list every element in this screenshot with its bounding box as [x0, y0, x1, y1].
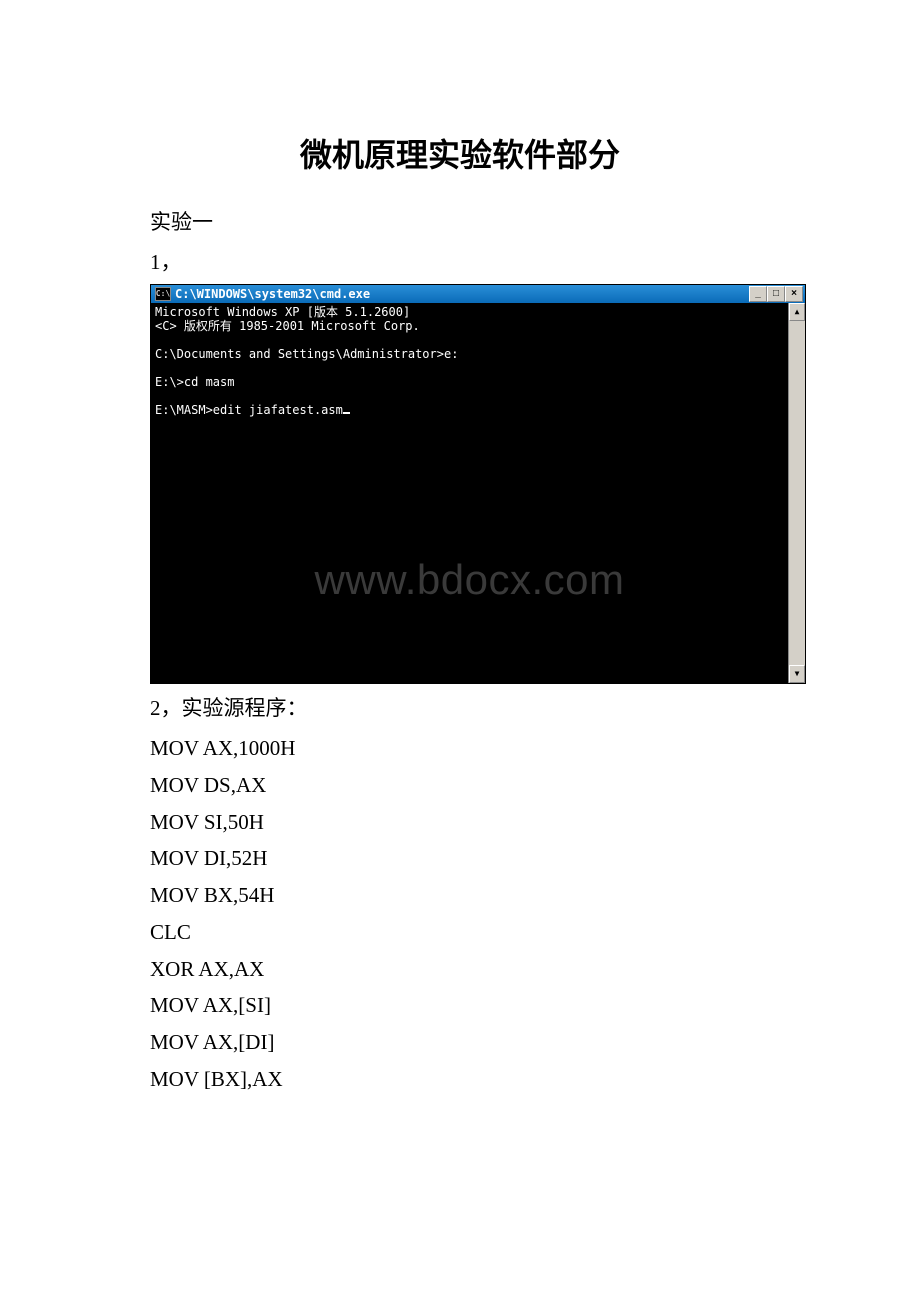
scroll-track[interactable] — [789, 321, 805, 665]
document-title: 微机原理实验软件部分 — [150, 130, 770, 176]
document-page: 微机原理实验软件部分 实验一 1， C:\ C:\WINDOWS\system3… — [0, 0, 920, 1158]
window-controls: _ □ × — [749, 286, 803, 302]
cmd-titlebar: C:\ C:\WINDOWS\system32\cmd.exe _ □ × — [151, 285, 805, 303]
code-line: MOV SI,50H — [150, 804, 770, 841]
maximize-button[interactable]: □ — [767, 286, 785, 302]
code-line: MOV AX,[SI] — [150, 987, 770, 1024]
code-line: MOV AX,1000H — [150, 730, 770, 767]
scroll-down-button[interactable]: ▼ — [789, 665, 805, 683]
item-2-label: 2，实验源程序： — [150, 692, 770, 722]
cmd-body-wrap: Microsoft Windows XP [版本 5.1.2600] <C> 版… — [151, 303, 805, 683]
code-line: MOV AX,[DI] — [150, 1024, 770, 1061]
code-line: XOR AX,AX — [150, 951, 770, 988]
cmd-line: E:\>cd masm — [155, 375, 234, 389]
code-line: CLC — [150, 914, 770, 951]
cmd-scrollbar[interactable]: ▲ ▼ — [788, 303, 805, 683]
cmd-line: Microsoft Windows XP [版本 5.1.2600] — [155, 305, 410, 319]
code-line: MOV [BX],AX — [150, 1061, 770, 1098]
close-button[interactable]: × — [785, 286, 803, 302]
scroll-up-button[interactable]: ▲ — [789, 303, 805, 321]
watermark-text: www.bdocx.com — [151, 573, 788, 587]
cmd-line: C:\Documents and Settings\Administrator>… — [155, 347, 458, 361]
code-line: MOV DI,52H — [150, 840, 770, 877]
cmd-line: E:\MASM>edit jiafatest.asm — [155, 403, 343, 417]
minimize-button[interactable]: _ — [749, 286, 767, 302]
cmd-prompt-icon: C:\ — [155, 287, 171, 301]
cursor-icon — [343, 412, 350, 414]
cmd-line: <C> 版权所有 1985-2001 Microsoft Corp. — [155, 319, 420, 333]
code-line: MOV BX,54H — [150, 877, 770, 914]
code-line: MOV DS,AX — [150, 767, 770, 804]
cmd-body[interactable]: Microsoft Windows XP [版本 5.1.2600] <C> 版… — [151, 303, 788, 683]
cmd-title-text: C:\WINDOWS\system32\cmd.exe — [175, 287, 370, 301]
cmd-titlebar-left: C:\ C:\WINDOWS\system32\cmd.exe — [155, 287, 370, 301]
section-heading: 实验一 — [150, 206, 770, 236]
cmd-window: C:\ C:\WINDOWS\system32\cmd.exe _ □ × Mi… — [150, 284, 806, 684]
item-1-label: 1， — [150, 246, 770, 276]
